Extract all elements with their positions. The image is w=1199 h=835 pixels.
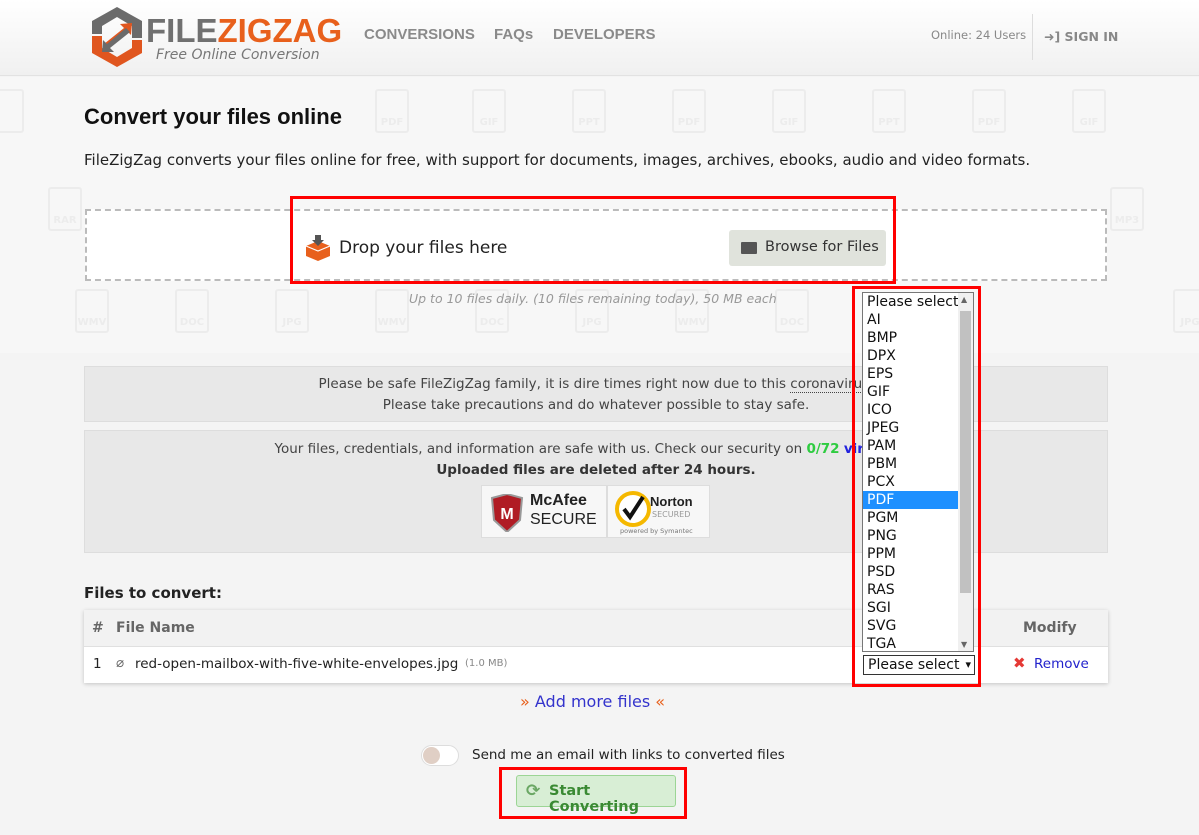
file-size: (1.0 MB) — [465, 658, 508, 669]
files-section-title: Files to convert: — [84, 584, 222, 602]
email-toggle-label: Send me an email with links to converted… — [472, 747, 785, 763]
norton-secured-label: SECURED — [652, 510, 691, 519]
annotation-box-dropdown — [852, 286, 981, 687]
nav-faqs[interactable]: FAQs — [494, 26, 533, 43]
mcafee-secure-label: SECURE — [530, 511, 597, 528]
nav-conversions[interactable]: CONVERSIONS — [364, 26, 475, 43]
sign-in-icon: ➜] — [1044, 29, 1061, 44]
virustotal-score: 0/72 — [806, 441, 840, 457]
email-toggle[interactable] — [421, 745, 459, 766]
watermark-file-icon: GIF — [472, 89, 506, 133]
brand-file: FILE — [146, 12, 218, 49]
mcafee-label: McAfee — [530, 492, 587, 509]
watermark-file-icon: GIF — [1072, 89, 1106, 133]
watermark-file-icon: GIF — [772, 89, 806, 133]
watermark-file-icon: RAR — [48, 187, 82, 231]
sign-in-link[interactable]: ➜] SIGN IN — [1044, 29, 1118, 44]
brand-zigzag: ZIGZAG — [217, 12, 343, 49]
norton-label: Norton — [650, 494, 693, 509]
norton-check-icon — [615, 491, 651, 527]
watermark-file-icon: DOC — [175, 289, 209, 333]
mcafee-shield-icon: M — [490, 494, 524, 532]
double-chevron-right-icon: » — [520, 692, 530, 711]
remove-x-icon[interactable]: ✖ — [1013, 654, 1026, 672]
file-name: red-open-mailbox-with-five-white-envelop… — [135, 656, 459, 672]
mcafee-secure-badge[interactable]: M McAfee SECURE — [481, 485, 607, 538]
watermark-file-icon: MP3 — [1110, 187, 1144, 231]
paperclip-icon: ⌀ — [116, 655, 125, 671]
watermark-file-icon: PPT — [872, 89, 906, 133]
column-num: # — [92, 620, 104, 636]
watermark-file-icon: JPG — [275, 289, 309, 333]
watermark-file-icon — [0, 89, 24, 133]
watermark-file-icon: PDF — [972, 89, 1006, 133]
annotation-box-start — [499, 767, 687, 819]
double-chevron-left-icon: « — [655, 692, 666, 711]
remove-link[interactable]: Remove — [1034, 656, 1089, 672]
norton-secured-badge[interactable]: Norton SECURED powered by Symantec — [607, 485, 710, 538]
symantec-label: powered by Symantec — [620, 527, 693, 535]
watermark-file-icon: PPT — [572, 89, 606, 133]
column-modify: Modify — [1023, 620, 1077, 636]
watermark-file-icon: WMV — [75, 289, 109, 333]
nav-developers[interactable]: DEVELOPERS — [553, 26, 656, 43]
watermark-file-icon: DOC — [775, 289, 809, 333]
add-more-files-link[interactable]: » Add more files « — [520, 692, 665, 711]
svg-text:M: M — [500, 506, 513, 523]
toggle-knob — [423, 747, 440, 764]
tagline: Free Online Conversion — [156, 47, 320, 63]
upload-limit-text: Up to 10 files daily. (10 files remainin… — [409, 291, 777, 306]
brand-name[interactable]: FILEZIGZAG — [146, 12, 342, 50]
watermark-file-icon: PDF — [375, 89, 409, 133]
watermark-file-icon: JPG — [1173, 289, 1199, 333]
sign-in-label: SIGN IN — [1064, 29, 1119, 44]
header: FILEZIGZAG Free Online Conversion CONVER… — [0, 0, 1199, 76]
filezigzag-logo-icon[interactable] — [84, 4, 150, 70]
add-more-label: Add more files — [534, 692, 651, 711]
column-file-name: File Name — [116, 620, 195, 636]
watermark-file-icon: WMV — [375, 289, 409, 333]
annotation-box-drop — [290, 196, 896, 284]
row-number: 1 — [93, 656, 102, 672]
online-users: Online: 24 Users — [931, 28, 1027, 42]
intro-text: FileZigZag converts your files online fo… — [84, 151, 1031, 169]
page-title: Convert your files online — [84, 104, 342, 129]
notice-line1: Please be safe FileZigZag family, it is … — [318, 376, 786, 392]
divider — [1032, 14, 1033, 60]
security-text: Your files, credentials, and information… — [274, 441, 803, 457]
watermark-file-icon: PDF — [672, 89, 706, 133]
